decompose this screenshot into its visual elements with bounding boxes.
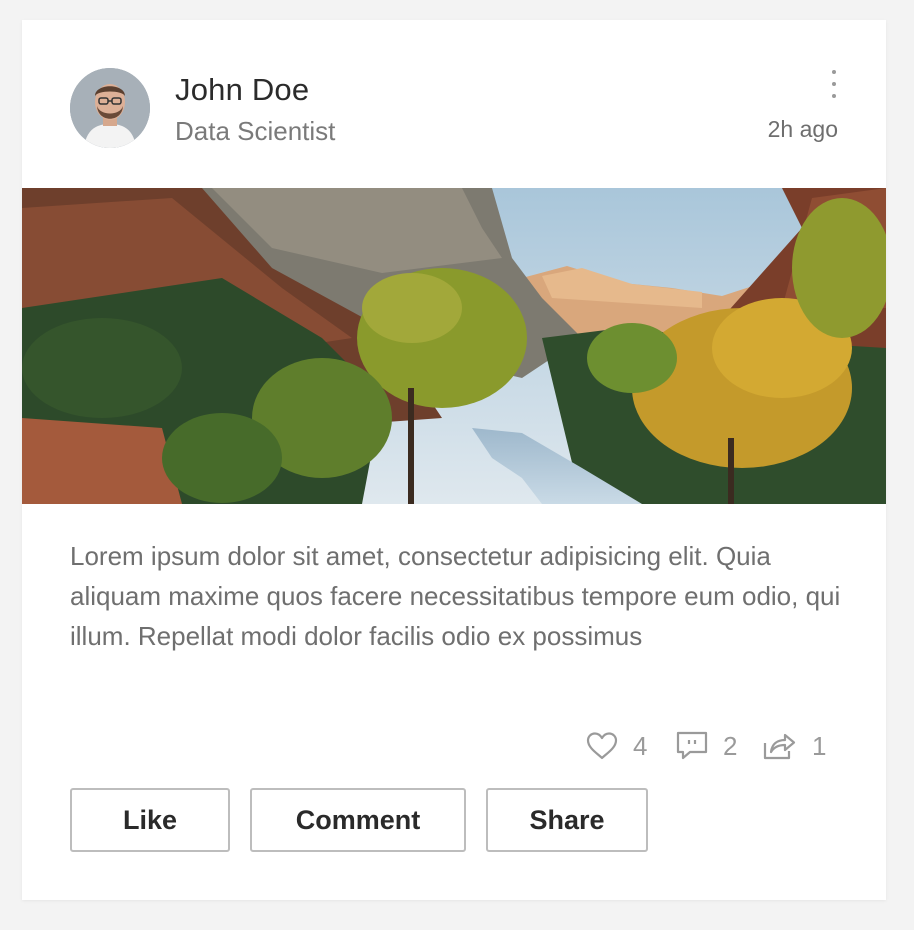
comments-count: 2: [723, 730, 738, 761]
like-button[interactable]: Like: [70, 788, 230, 852]
author-name[interactable]: John Doe: [175, 72, 309, 108]
author-role: Data Scientist: [175, 116, 336, 146]
shares-count: 1: [812, 730, 827, 761]
post-body: Lorem ipsum dolor sit amet, consectetur …: [70, 541, 841, 651]
avatar-image: [70, 68, 150, 148]
likes-count: 4: [633, 730, 648, 761]
share-icon: [763, 733, 796, 760]
heart-icon: [586, 732, 618, 760]
landscape-image: [22, 188, 886, 504]
comments-stat[interactable]: 2: [675, 728, 737, 764]
share-button[interactable]: Share: [486, 788, 648, 852]
post-image[interactable]: [22, 188, 886, 504]
post-timestamp: 2h ago: [767, 116, 838, 142]
likes-stat[interactable]: 4: [585, 728, 647, 764]
comment-button[interactable]: Comment: [250, 788, 466, 852]
shares-stat[interactable]: 1: [762, 728, 826, 764]
avatar[interactable]: [70, 68, 150, 148]
comment-icon: [676, 731, 708, 760]
post-card: John Doe Data Scientist 2h ago Lorem ips…: [22, 20, 886, 900]
more-vertical-icon[interactable]: [822, 68, 846, 100]
